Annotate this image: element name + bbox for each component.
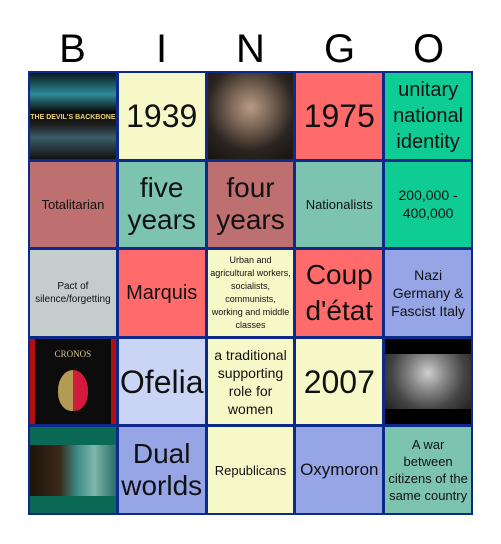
cell-text: 1939 — [126, 97, 198, 134]
bingo-cell[interactable]: Totalitarian — [30, 161, 116, 248]
cell-text: Dual worlds — [121, 438, 203, 502]
cell-text: 200,000 - 400,000 — [398, 187, 458, 222]
bingo-cell[interactable]: 1939 — [118, 73, 205, 159]
poster-caption: CRONOS — [54, 349, 92, 360]
bingo-cell[interactable] — [207, 73, 294, 159]
bingo-cell[interactable]: Dual worlds — [118, 427, 205, 513]
shape-of-water-image — [30, 427, 116, 513]
bingo-cell[interactable]: THE DEVIL'S BACKBONE — [30, 73, 116, 159]
header-letter-g: G — [323, 27, 356, 71]
bingo-cell[interactable]: 200,000 - 400,000 — [385, 161, 471, 248]
cell-text: Ofelia — [119, 363, 204, 400]
cell-text: Marquis — [126, 281, 198, 304]
guillermo-del-toro-image — [207, 73, 294, 159]
cell-text: unitary national identity — [393, 78, 464, 153]
devils-backbone-poster-image: THE DEVIL'S BACKBONE — [30, 73, 116, 159]
bingo-header: B I N G O — [28, 28, 473, 70]
cell-text: Republicans — [214, 462, 287, 478]
bingo-grid: THE DEVIL'S BACKBONE 1939 1975 unitary n… — [28, 71, 473, 515]
cronos-device-shape — [57, 369, 89, 411]
bingo-cell[interactable]: five years — [118, 161, 205, 248]
bingo-cell[interactable]: a traditional supporting role for women — [207, 338, 294, 425]
bingo-cell[interactable]: 2007 — [296, 338, 383, 425]
bingo-cell[interactable]: Marquis — [118, 250, 205, 336]
cell-text: Nationalists — [305, 196, 373, 212]
bingo-cell[interactable]: CRONOS — [30, 338, 116, 425]
cell-text: Totalitarian — [41, 196, 105, 212]
bingo-cell[interactable] — [30, 427, 116, 513]
header-letter-o: O — [412, 27, 445, 71]
cell-text: 1975 — [303, 97, 375, 134]
bingo-cell[interactable]: Urban and agricultural workers, socialis… — [207, 250, 294, 336]
bingo-cell[interactable]: Pact of silence/forgetting — [30, 250, 116, 336]
cell-text: Pact of silence/forgetting — [35, 280, 111, 305]
bingo-cell[interactable] — [385, 338, 471, 425]
header-letter-n: N — [236, 27, 265, 71]
cell-text: five years — [127, 172, 196, 236]
bingo-cell[interactable]: four years — [207, 161, 294, 248]
cell-text: four years — [216, 172, 285, 236]
bingo-cell[interactable]: Nazi Germany & Fascist Italy — [385, 250, 471, 336]
bingo-cell[interactable]: unitary national identity — [385, 73, 471, 159]
bingo-cell[interactable]: A war between citizens of the same count… — [385, 427, 471, 513]
bingo-cell[interactable]: Republicans — [207, 427, 294, 513]
cell-text: Nazi Germany & Fascist Italy — [391, 266, 466, 319]
cell-text: Coup d'état — [305, 258, 374, 326]
header-letter-i: I — [155, 27, 168, 71]
poster-caption: THE DEVIL'S BACKBONE — [30, 114, 116, 122]
cell-text: Oxymoron — [300, 460, 379, 480]
franco-portrait-image — [385, 338, 471, 425]
cell-text: Urban and agricultural workers, socialis… — [210, 254, 291, 330]
bingo-cell[interactable]: 1975 — [296, 73, 383, 159]
cell-text: 2007 — [303, 363, 375, 400]
cell-text: A war between citizens of the same count… — [388, 437, 468, 504]
cell-text: a traditional supporting role for women — [214, 346, 287, 417]
cronos-poster-image: CRONOS — [30, 338, 116, 425]
bingo-cell[interactable]: Nationalists — [296, 161, 383, 248]
bingo-cell[interactable]: Ofelia — [118, 338, 205, 425]
bingo-cell[interactable]: Oxymoron — [296, 427, 383, 513]
bingo-cell[interactable]: Coup d'état — [296, 250, 383, 336]
header-letter-b: B — [59, 27, 86, 71]
